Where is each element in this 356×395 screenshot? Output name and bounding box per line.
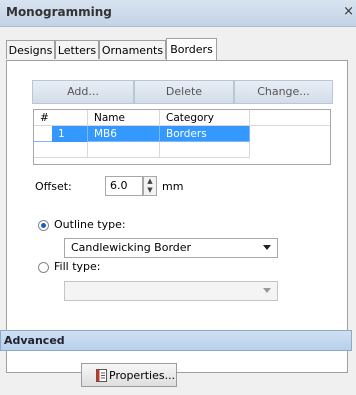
empty-cell <box>88 142 160 158</box>
column-header-empty <box>250 110 330 126</box>
tab-ornaments[interactable]: Ornaments <box>99 40 166 59</box>
offset-unit: mm <box>162 180 184 193</box>
fill-type-label: Fill type: <box>54 260 101 273</box>
outline-type-radio[interactable] <box>38 220 49 231</box>
window-title: Monogramming <box>6 5 112 19</box>
close-icon[interactable]: × <box>343 4 354 19</box>
row-number-cell: 1 <box>34 126 88 142</box>
spin-up-icon[interactable]: ▲ <box>144 177 156 186</box>
outline-type-value: Candlewicking Border <box>71 241 192 254</box>
list-toolbar: Add... Delete Change... <box>32 80 333 104</box>
tab-borders[interactable]: Borders <box>166 38 217 60</box>
add-button[interactable]: Add... <box>32 80 134 104</box>
column-header-number: # <box>34 110 88 126</box>
row-category: Borders <box>160 126 250 142</box>
title-bar: Monogramming × <box>0 0 356 27</box>
offset-input[interactable]: 6.0 <box>105 176 143 196</box>
chevron-down-icon <box>263 245 271 250</box>
outline-type-label: Outline type: <box>54 218 126 231</box>
offset-spinner[interactable]: ▲ ▼ <box>143 176 157 196</box>
outline-type-select[interactable]: Candlewicking Border <box>64 238 278 258</box>
spin-down-icon[interactable]: ▼ <box>144 186 156 195</box>
change-button[interactable]: Change... <box>234 80 333 104</box>
advanced-section-header[interactable]: Advanced <box>0 330 352 351</box>
borders-panel <box>6 60 348 373</box>
offset-label: Offset: <box>35 180 72 193</box>
properties-button[interactable]: Properties... <box>81 363 177 387</box>
column-header-name: Name <box>88 110 160 126</box>
fill-type-radio[interactable] <box>38 262 49 273</box>
empty-cell <box>34 142 88 158</box>
properties-label: Properties... <box>109 369 176 382</box>
row-number: 1 <box>52 126 87 142</box>
tab-letters[interactable]: Letters <box>55 40 99 59</box>
delete-button[interactable]: Delete <box>134 80 234 104</box>
chevron-down-icon <box>263 288 271 293</box>
row-name: MB6 <box>88 126 160 142</box>
properties-icon <box>96 369 107 382</box>
advanced-label: Advanced <box>4 334 65 347</box>
column-header-category: Category <box>160 110 250 126</box>
tab-designs[interactable]: Designs <box>6 40 55 59</box>
fill-type-select[interactable] <box>64 281 278 301</box>
borders-table[interactable]: # Name Category 1 MB6 Borders <box>33 109 331 165</box>
empty-cell <box>160 142 250 158</box>
